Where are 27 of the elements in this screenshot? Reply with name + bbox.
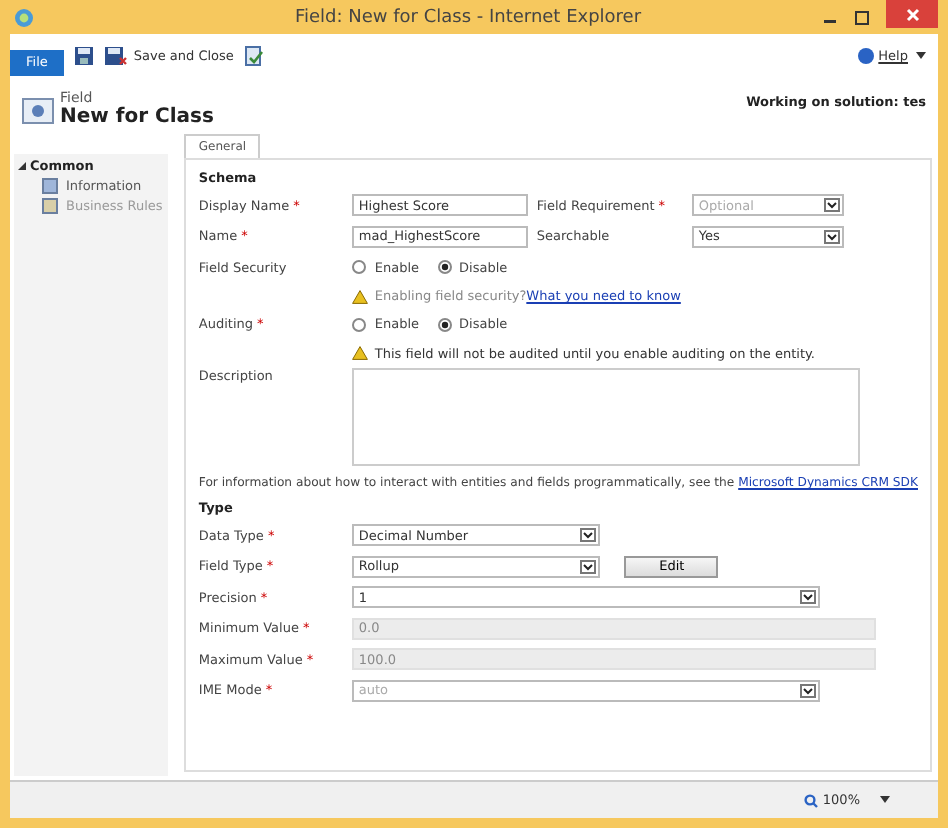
save-icon[interactable] bbox=[73, 46, 94, 66]
dropdown-arrow-icon bbox=[580, 559, 597, 574]
description-field[interactable] bbox=[352, 368, 861, 466]
save-close-icon bbox=[103, 45, 128, 67]
caret-icon bbox=[880, 796, 890, 804]
help-icon bbox=[858, 48, 875, 64]
dropdown-arrow-icon bbox=[824, 198, 841, 213]
field-entity-icon bbox=[22, 98, 54, 128]
browser-logo-icon bbox=[14, 7, 34, 27]
record-title: New for Class bbox=[60, 106, 214, 128]
document-check-icon[interactable] bbox=[243, 45, 264, 67]
window-title: Field: New for Class - Internet Explorer bbox=[292, 7, 644, 27]
dropdown-arrow-icon bbox=[580, 528, 597, 543]
warning-icon bbox=[352, 346, 369, 360]
close-button[interactable] bbox=[886, 0, 938, 28]
dropdown-arrow-icon bbox=[824, 229, 841, 244]
radio-button[interactable] bbox=[352, 317, 367, 332]
radio-button[interactable] bbox=[437, 317, 452, 332]
maximize-icon[interactable] bbox=[854, 9, 870, 25]
radio-button[interactable] bbox=[437, 260, 452, 275]
radio-button[interactable] bbox=[352, 260, 367, 275]
dropdown-arrow-icon bbox=[800, 683, 817, 698]
warning-icon bbox=[352, 289, 369, 303]
caret-icon bbox=[916, 52, 926, 60]
dropdown-arrow-icon bbox=[800, 590, 817, 605]
zoom-icon bbox=[804, 793, 819, 807]
close-icon bbox=[905, 7, 919, 21]
